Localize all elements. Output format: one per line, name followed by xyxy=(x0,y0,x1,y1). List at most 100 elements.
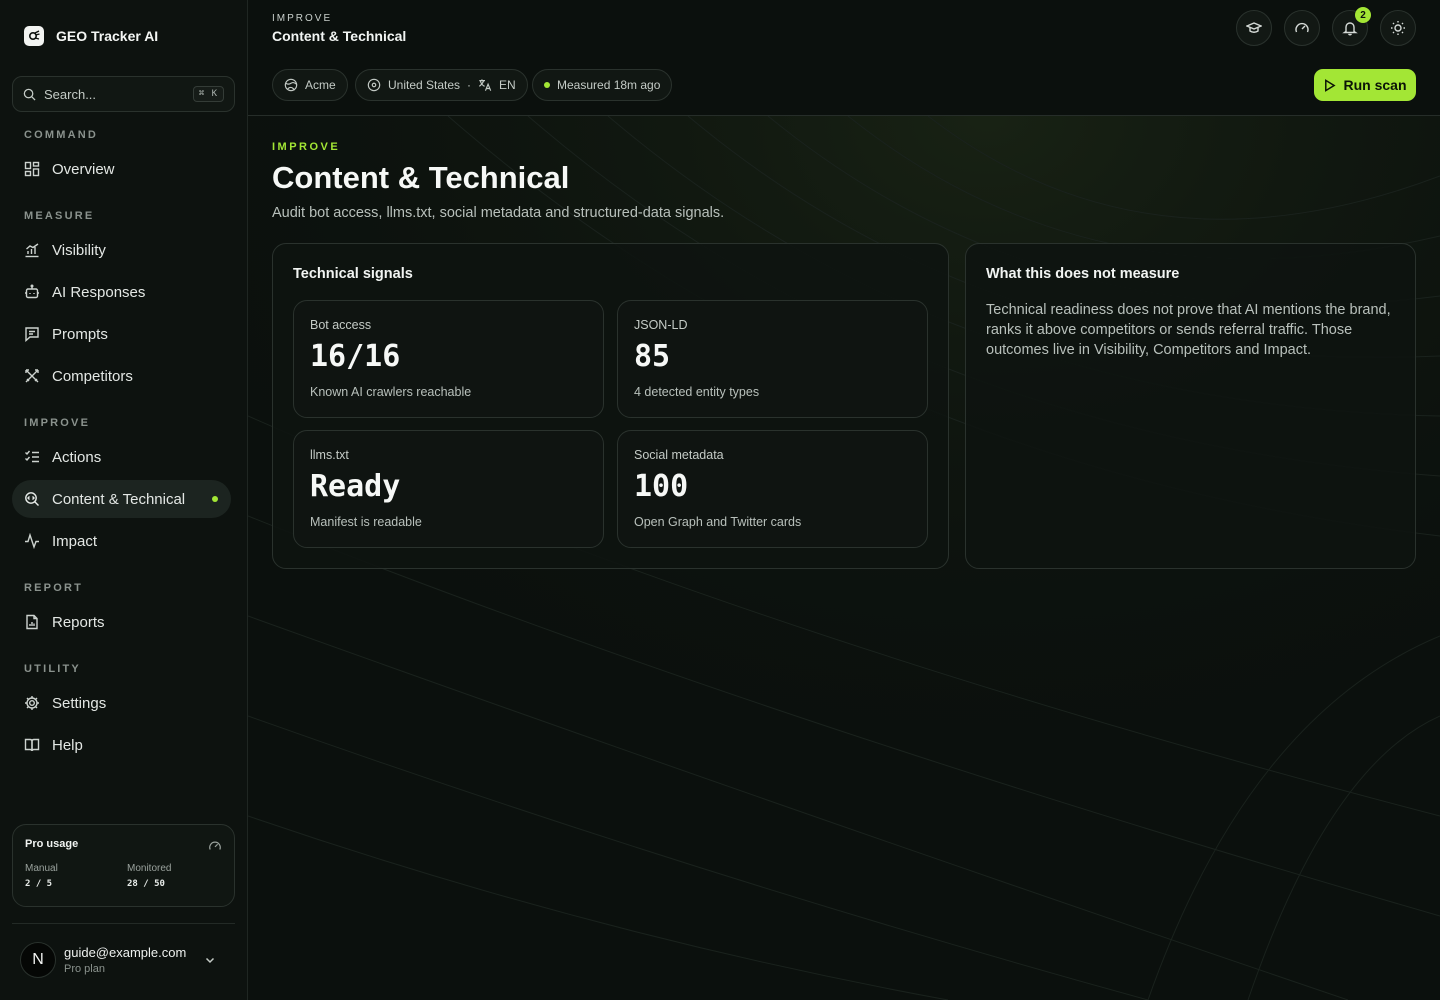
sidebar-item-label: Actions xyxy=(52,448,102,466)
status-dot xyxy=(544,82,550,88)
sidebar-divider xyxy=(12,923,235,924)
search-input[interactable]: Search... ⌘ K xyxy=(12,76,235,112)
app-name: GEO Tracker AI xyxy=(56,28,159,44)
sidebar-item-label: AI Responses xyxy=(52,283,146,301)
breadcrumb-section: IMPROVE xyxy=(272,13,333,24)
play-icon xyxy=(1325,78,1337,92)
metric-note: 4 detected entity types xyxy=(634,385,760,399)
gear-icon xyxy=(25,696,39,710)
sidebar-item-actions[interactable]: Actions xyxy=(12,438,231,476)
list-checks-icon xyxy=(25,450,39,463)
metric-value: 100 xyxy=(634,469,689,504)
breadcrumb-title: Content & Technical xyxy=(272,28,407,44)
file-chart-icon xyxy=(26,614,38,630)
metric-label: Bot access xyxy=(310,318,372,332)
sidebar-item-label: Reports xyxy=(52,613,105,631)
performance-button[interactable] xyxy=(1284,10,1320,46)
sidebar-item-visibility[interactable]: Visibility xyxy=(12,231,231,269)
sidebar-item-ai-responses[interactable]: AI Responses xyxy=(12,273,231,311)
scope-note-panel: What this does not measure Technical rea… xyxy=(965,243,1416,569)
market-selector[interactable]: United States · EN xyxy=(355,69,528,101)
metric-card-llms-txt: llms.txt Ready Manifest is readable xyxy=(293,430,604,548)
measured-status: Measured 18m ago xyxy=(532,69,673,101)
chevron-down-icon[interactable] xyxy=(204,954,216,966)
sidebar-item-label: Prompts xyxy=(52,325,108,343)
metric-note: Known AI crawlers reachable xyxy=(310,385,472,399)
run-scan-button[interactable]: Run scan xyxy=(1314,69,1416,101)
usage-monitored-value: 28 / 50 xyxy=(127,879,165,889)
run-scan-label: Run scan xyxy=(1343,77,1407,93)
metric-value: 85 xyxy=(634,339,671,374)
metric-value: Ready xyxy=(310,469,401,504)
sidebar-item-label: Content & Technical xyxy=(52,490,186,508)
section-label-command: COMMAND xyxy=(24,129,99,141)
search-shortcut: ⌘ K xyxy=(192,86,224,102)
sidebar-item-label: Impact xyxy=(52,532,98,550)
main-content: IMPROVE Content & Technical Audit bot ac… xyxy=(248,116,1440,1000)
country-label: United States xyxy=(388,78,461,92)
notifications-button[interactable]: 2 xyxy=(1332,7,1371,46)
academy-button[interactable] xyxy=(1236,10,1272,46)
metric-note: Manifest is readable xyxy=(310,515,422,529)
metric-card-json-ld: JSON-LD 85 4 detected entity types xyxy=(617,300,928,418)
usage-manual-label: Manual xyxy=(25,863,58,874)
sidebar-item-label: Settings xyxy=(52,694,107,712)
user-email: guide@example.com xyxy=(64,945,187,960)
active-indicator-dot xyxy=(212,496,218,502)
search-placeholder: Search... xyxy=(44,86,97,102)
gauge-icon xyxy=(209,841,221,850)
sidebar-item-label: Competitors xyxy=(52,367,133,385)
sidebar-item-content-technical[interactable]: Content & Technical xyxy=(12,480,231,518)
language-icon xyxy=(479,79,492,91)
sidebar-item-impact[interactable]: Impact xyxy=(12,522,231,560)
sidebar-item-competitors[interactable]: Competitors xyxy=(12,357,231,395)
search-icon xyxy=(23,88,36,101)
usage-monitored: Monitored 28 / 50 xyxy=(127,863,171,889)
brand-label: Acme xyxy=(305,78,336,92)
page-eyebrow: IMPROVE xyxy=(272,141,341,153)
sidebar-item-overview[interactable]: Overview xyxy=(12,150,231,188)
notification-badge: 2 xyxy=(1355,7,1371,23)
theme-toggle-button[interactable] xyxy=(1380,10,1416,46)
chart-icon xyxy=(25,243,39,258)
usage-monitored-label: Monitored xyxy=(127,863,172,874)
sidebar-item-label: Help xyxy=(52,736,83,754)
search-code-icon xyxy=(25,492,39,506)
page-subtitle: Audit bot access, llms.txt, social metad… xyxy=(272,205,725,221)
sidebar-item-label: Overview xyxy=(52,160,115,178)
metric-value: 16/16 xyxy=(310,339,401,374)
chip-separator: · xyxy=(467,78,472,92)
sidebar: GEO Tracker AI Search... ⌘ K COMMAND Ove… xyxy=(0,0,248,1000)
user-menu[interactable]: N guide@example.com Pro plan xyxy=(20,942,230,978)
brand-selector[interactable]: Acme xyxy=(272,69,348,101)
logo-icon xyxy=(24,26,44,46)
user-plan: Pro plan xyxy=(64,963,105,975)
graduation-cap-icon xyxy=(1246,22,1262,33)
brand[interactable]: GEO Tracker AI xyxy=(24,26,158,46)
usage-manual-value: 2 / 5 xyxy=(25,879,53,889)
sidebar-item-settings[interactable]: Settings xyxy=(12,684,231,722)
technical-signals-panel: Technical signals Bot access 16/16 Known… xyxy=(272,243,949,569)
gauge-icon xyxy=(1295,22,1309,33)
panel-title: Technical signals xyxy=(293,266,413,282)
top-header: IMPROVE Content & Technical 2 Acme Unite… xyxy=(248,0,1440,116)
metric-label: JSON-LD xyxy=(634,318,688,332)
scope-note-text: Technical readiness does not prove that … xyxy=(986,302,1391,358)
swords-icon xyxy=(25,369,39,383)
usage-title: Pro usage xyxy=(25,838,79,850)
metric-card-social-metadata: Social metadata 100 Open Graph and Twitt… xyxy=(617,430,928,548)
metric-label: Social metadata xyxy=(634,448,724,462)
page-title: Content & Technical xyxy=(272,160,570,195)
metric-label: llms.txt xyxy=(310,448,349,462)
section-label-improve: IMPROVE xyxy=(24,417,91,429)
sidebar-item-reports[interactable]: Reports xyxy=(12,603,231,641)
message-icon xyxy=(25,327,39,342)
bot-icon xyxy=(25,284,39,299)
section-label-utility: UTILITY xyxy=(24,663,81,675)
sidebar-item-help[interactable]: Help xyxy=(12,726,231,764)
language-label: EN xyxy=(499,78,516,92)
metric-note: Open Graph and Twitter cards xyxy=(634,515,802,529)
location-icon xyxy=(367,78,381,92)
bell-icon xyxy=(1342,22,1358,36)
sidebar-item-prompts[interactable]: Prompts xyxy=(12,315,231,353)
